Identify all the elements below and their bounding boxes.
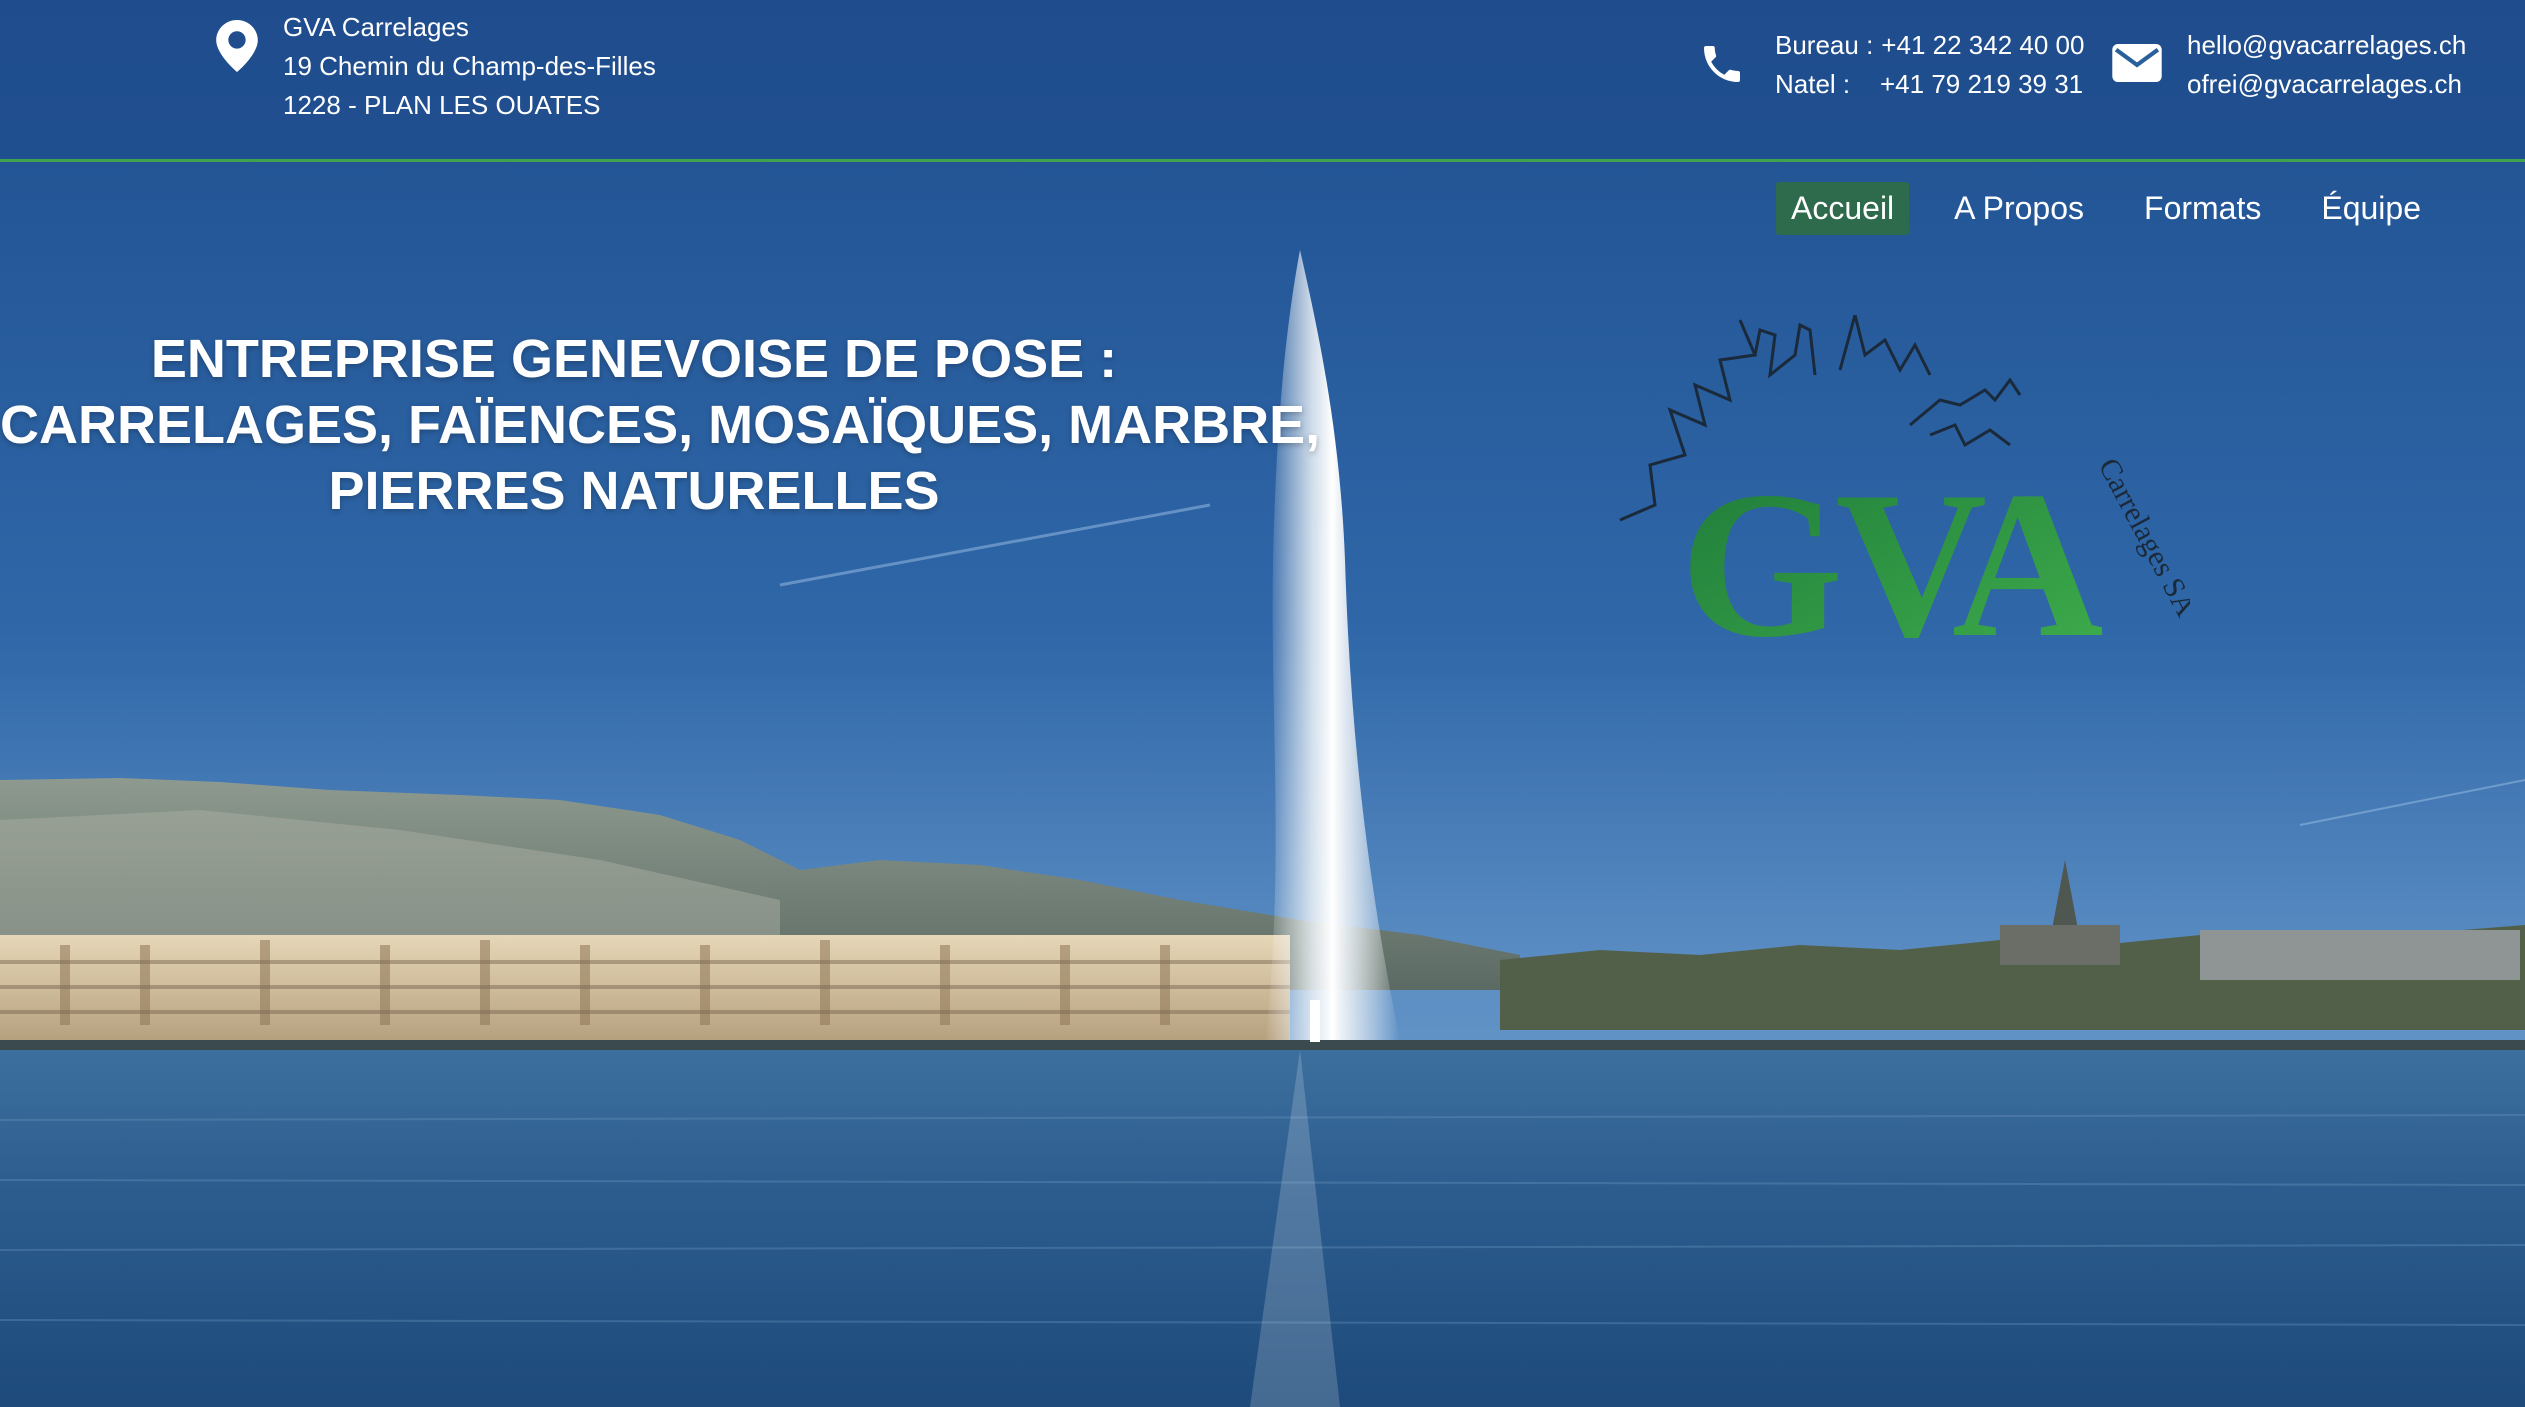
email-link-ofrei[interactable]: ofrei@gvacarrelages.ch	[2187, 65, 2466, 104]
email-addresses: hello@gvacarrelages.ch ofrei@gvacarrelag…	[2187, 26, 2466, 104]
hero-line-3: PIERRES NATURELLES	[328, 461, 940, 521]
main-nav: Accueil A Propos Formats Équipe	[1776, 177, 2466, 239]
company-street: 19 Chemin du Champ-des-Filles	[283, 51, 656, 81]
company-city: 1228 - PLAN LES OUATES	[283, 90, 601, 120]
company-address: GVA Carrelages 19 Chemin du Champ-des-Fi…	[283, 8, 656, 125]
hero-headline: ENTREPRISE GENEVOISE DE POSE : CARRELAGE…	[0, 326, 1321, 524]
nav-item-formats[interactable]: Formats	[2129, 182, 2276, 235]
nav-item-a-propos[interactable]: A Propos	[1939, 182, 2099, 235]
logo-mark: GVA	[1680, 449, 2103, 681]
gva-logo: GVA Carrelages SA	[1619, 315, 2190, 681]
hero-line-1: ENTREPRISE GENEVOISE DE POSE :	[150, 329, 1118, 389]
header-divider	[0, 159, 2525, 162]
phone-numbers: Bureau : +41 22 342 40 00 Natel : +41 79…	[1775, 26, 2084, 104]
bureau-label: Bureau :	[1775, 30, 1874, 60]
logo-tagline: Carrelages SA	[2092, 453, 2190, 623]
natel-number-link[interactable]: +41 79 219 39 31	[1880, 65, 2083, 104]
company-name: GVA Carrelages	[283, 12, 469, 42]
top-info-bar: GVA Carrelages 19 Chemin du Champ-des-Fi…	[0, 0, 2525, 160]
envelope-icon	[2112, 44, 2162, 82]
phone-icon	[1704, 46, 1740, 82]
nav-item-equipe[interactable]: Équipe	[2306, 182, 2436, 235]
email-link-hello[interactable]: hello@gvacarrelages.ch	[2187, 26, 2466, 65]
hero-line-2: CARRELAGES, FAÏENCES, MOSAÏQUES, MARBRE,	[0, 395, 1321, 455]
map-pin-icon	[216, 20, 258, 72]
bureau-number-link[interactable]: +41 22 342 40 00	[1881, 26, 2084, 65]
natel-label: Natel :	[1775, 69, 1851, 99]
nav-item-accueil[interactable]: Accueil	[1776, 181, 1910, 235]
